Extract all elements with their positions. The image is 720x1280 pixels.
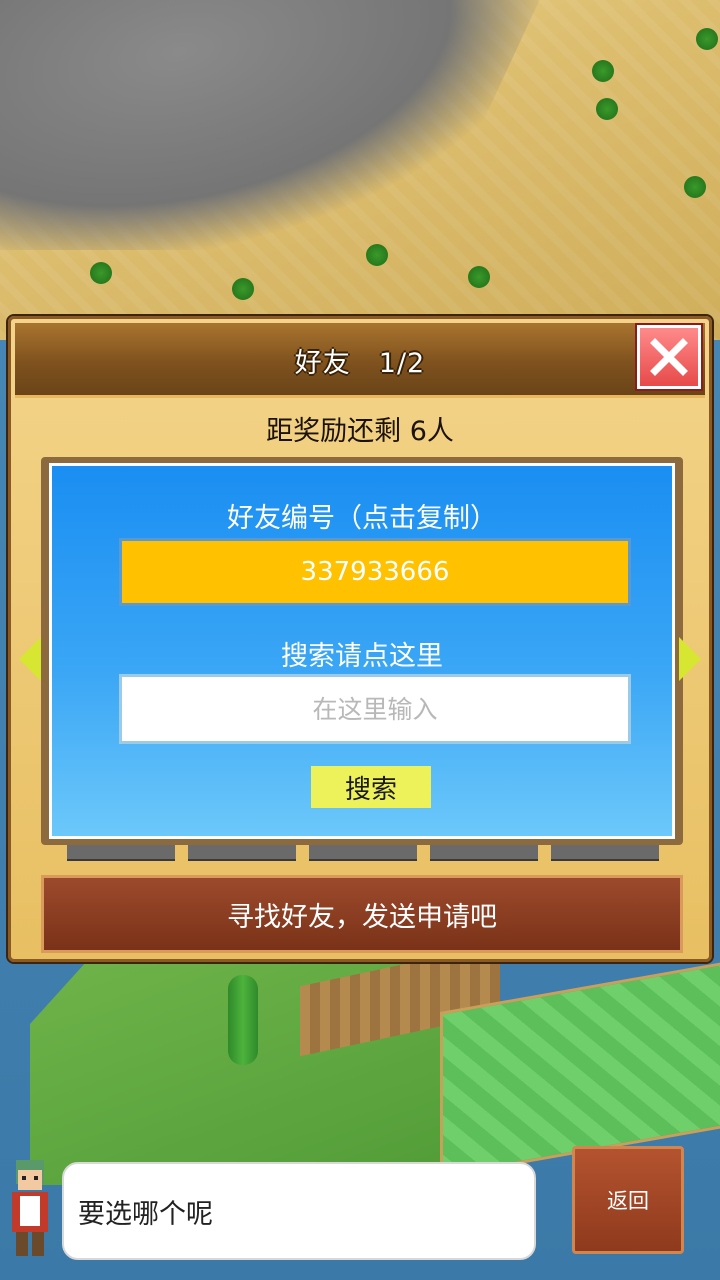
palm-tree: [592, 60, 614, 82]
palm-tree: [232, 278, 254, 300]
search-label: 搜索请点这里: [281, 641, 443, 672]
friend-id-copy-button[interactable]: 337933666: [119, 538, 631, 606]
page-tab: [67, 845, 175, 861]
close-button[interactable]: [637, 325, 701, 389]
page-tab: [551, 845, 659, 861]
palm-tree: [468, 266, 490, 288]
page-tab: [430, 845, 538, 861]
palm-tree: [366, 244, 388, 266]
palm-tree: [684, 176, 706, 198]
palm-tree: [596, 98, 618, 120]
search-button[interactable]: 搜索: [311, 766, 431, 808]
friend-id-label: 好友编号（点击复制）: [227, 503, 497, 534]
search-input[interactable]: [119, 674, 631, 744]
tree: [228, 975, 258, 1065]
panel-page-tabs: [67, 845, 659, 861]
page-tab: [188, 845, 296, 861]
advisor-avatar: [12, 1160, 48, 1256]
back-button[interactable]: 返回: [572, 1146, 684, 1254]
dialog-header: 好友 1/2: [15, 323, 705, 398]
dialog-title: 好友 1/2: [294, 348, 426, 379]
arrow-left-icon[interactable]: [19, 637, 41, 681]
page-tab: [309, 845, 417, 861]
reward-remaining-text: 距奖励还剩 6人: [266, 416, 454, 447]
friends-dialog: 好友 1/2 距奖励还剩 6人 好友编号（点击复制） 337933666 搜索请…: [8, 316, 712, 962]
close-x-icon: [650, 338, 688, 376]
arrow-right-icon[interactable]: [679, 637, 701, 681]
friend-id-panel: 好友编号（点击复制） 337933666 搜索请点这里 搜索: [49, 463, 675, 839]
advisor-speech-bubble: 要选哪个呢: [62, 1162, 536, 1260]
find-friends-button[interactable]: 寻找好友，发送申请吧: [41, 875, 683, 953]
palm-tree: [90, 262, 112, 284]
palm-tree: [696, 28, 718, 50]
